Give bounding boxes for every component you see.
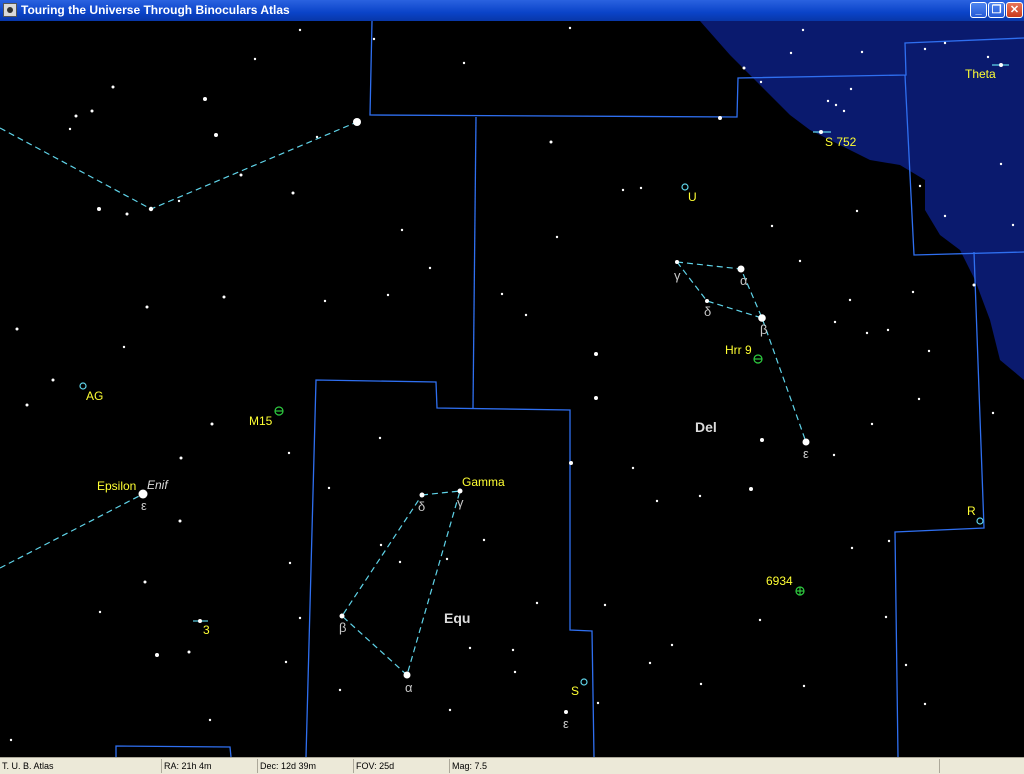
greek-del-gamma: γ	[674, 268, 681, 283]
greek-equ-beta: β	[339, 620, 347, 635]
close-button[interactable]: ✕	[1006, 2, 1023, 18]
greek-equ-alpha: α	[405, 680, 413, 695]
greek-equ-gamma: γ	[457, 495, 464, 510]
app-icon[interactable]	[3, 3, 17, 17]
greek-equ-delta: δ	[418, 499, 426, 514]
label-gamma[interactable]: Gamma	[462, 475, 505, 489]
constellation-figures	[0, 121, 807, 677]
status-ra: RA: 21h 4m	[162, 759, 258, 773]
constellation-label-equ: Equ	[444, 610, 471, 626]
greek-equ-epsilon: ε	[563, 716, 569, 731]
label-3[interactable]: 3	[203, 623, 210, 637]
status-fov: FOV: 25d	[354, 759, 450, 773]
status-app-name: T. U. B. Atlas	[0, 759, 162, 773]
label-epsilon[interactable]: Epsilon	[97, 479, 136, 493]
status-dec: Dec: 12d 39m	[258, 759, 354, 773]
label-u[interactable]: U	[688, 190, 697, 204]
label-6934[interactable]: 6934	[766, 574, 793, 588]
title-bar[interactable]: Touring the Universe Through Binoculars …	[0, 0, 1024, 21]
status-empty-pane	[940, 759, 1024, 773]
label-theta[interactable]: Theta	[965, 67, 996, 81]
greek-del-epsilon: ε	[803, 446, 809, 461]
label-hrr9[interactable]: Hrr 9	[725, 343, 752, 357]
star-map[interactable]: Del Equ Theta S 752 U AG M15 Hrr 9 Epsil…	[0, 21, 1024, 757]
label-s[interactable]: S	[571, 684, 579, 698]
label-s752[interactable]: S 752	[825, 135, 856, 149]
status-bar: T. U. B. Atlas RA: 21h 4m Dec: 12d 39m F…	[0, 757, 1024, 774]
label-m15[interactable]: M15	[249, 414, 272, 428]
window-title: Touring the Universe Through Binoculars …	[21, 3, 290, 17]
minimize-button[interactable]: _	[970, 2, 987, 18]
label-ag[interactable]: AG	[86, 389, 103, 403]
greek-del-delta: δ	[704, 304, 712, 319]
status-mag: Mag: 7.5	[450, 759, 940, 773]
greek-peg-epsilon: ε	[141, 498, 147, 513]
greek-del-beta: β	[760, 322, 768, 337]
label-r[interactable]: R	[967, 504, 976, 518]
star-chart	[0, 21, 1024, 757]
maximize-button[interactable]: ❐	[988, 2, 1005, 18]
greek-del-alpha: α	[740, 273, 748, 288]
constellation-label-del: Del	[695, 419, 717, 435]
label-enif[interactable]: Enif	[147, 478, 168, 492]
